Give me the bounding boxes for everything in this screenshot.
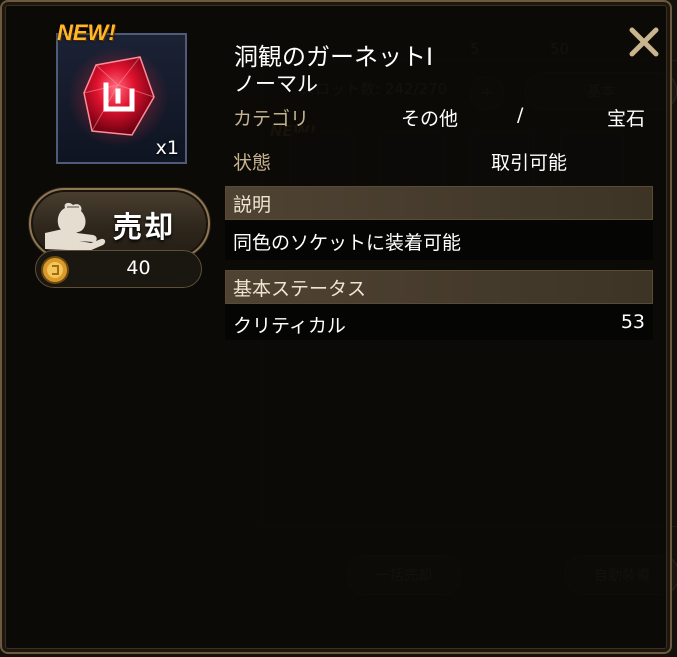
sell-button[interactable]: 売却: [29, 188, 210, 259]
close-button[interactable]: [624, 22, 664, 62]
state-label: 状態: [233, 152, 272, 174]
item-rarity: ノーマル: [234, 72, 318, 96]
description-header: 説明: [225, 186, 653, 220]
gold-coin-icon: [41, 256, 69, 284]
new-badge: NEW!: [57, 20, 116, 45]
category-sub: 宝石: [607, 108, 646, 130]
close-x-icon: [629, 27, 659, 57]
sell-price-value: 40: [126, 257, 151, 279]
category-separator: /: [517, 104, 524, 126]
sell-button-label: 売却: [113, 210, 176, 244]
stats-header: 基本ステータス: [225, 270, 653, 304]
sack-hand-icon: [45, 202, 106, 251]
state-value: 取引可能: [491, 152, 568, 174]
stat-label: クリティカル: [233, 315, 346, 337]
item-name: 洞観のガーネットI: [234, 43, 434, 71]
item-icon-frame: x1: [56, 33, 187, 164]
description-text: 同色のソケットに装着可能: [233, 232, 462, 254]
stat-value: 53: [620, 311, 645, 333]
item-detail-dialog: x1 NEW! 売却 40 洞観のガーネットI ノーマル カテゴリ その他 / …: [0, 0, 672, 654]
stats-row: クリティカル 53: [225, 304, 653, 340]
sell-price: 40: [35, 250, 202, 288]
category-main: その他: [401, 108, 459, 130]
description-body: 同色のソケットに装着可能: [225, 220, 653, 260]
item-quantity: x1: [155, 137, 179, 159]
category-label: カテゴリ: [233, 108, 310, 130]
